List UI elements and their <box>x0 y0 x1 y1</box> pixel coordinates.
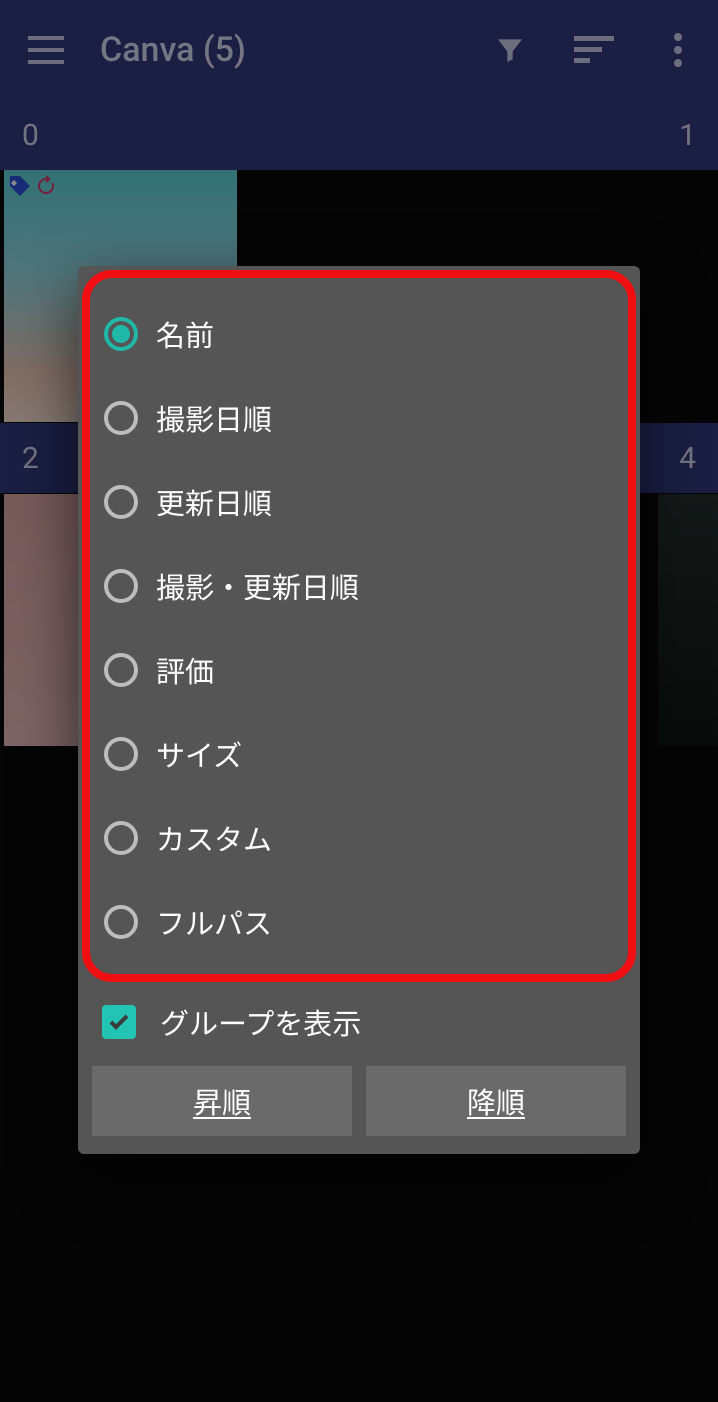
radio-button[interactable] <box>104 401 138 435</box>
sort-option-label: フルパス <box>156 901 272 943</box>
dialog-buttons: 昇順 降順 <box>78 1058 640 1142</box>
ascending-button[interactable]: 昇順 <box>92 1066 352 1136</box>
sort-option-label: 名前 <box>156 313 214 355</box>
sort-options-highlight: 名前撮影日順更新日順撮影・更新日順評価サイズカスタムフルパス <box>82 270 636 982</box>
sort-option-row[interactable]: 更新日順 <box>94 460 624 544</box>
radio-button[interactable] <box>104 569 138 603</box>
radio-button[interactable] <box>104 653 138 687</box>
sort-option-row[interactable]: サイズ <box>94 712 624 796</box>
sort-option-row[interactable]: 撮影・更新日順 <box>94 544 624 628</box>
radio-dot <box>112 409 130 427</box>
radio-button[interactable] <box>104 821 138 855</box>
sort-option-label: 撮影日順 <box>156 397 272 439</box>
sort-options-list: 名前撮影日順更新日順撮影・更新日順評価サイズカスタムフルパス <box>94 292 624 964</box>
sort-option-row[interactable]: フルパス <box>94 880 624 964</box>
radio-button[interactable] <box>104 317 138 351</box>
descending-button[interactable]: 降順 <box>366 1066 626 1136</box>
sort-option-row[interactable]: 撮影日順 <box>94 376 624 460</box>
radio-dot <box>112 577 130 595</box>
sort-option-label: 撮影・更新日順 <box>156 565 359 607</box>
radio-dot <box>112 493 130 511</box>
show-groups-checkbox[interactable] <box>102 1005 136 1039</box>
sort-option-label: サイズ <box>156 733 242 775</box>
sort-option-label: 評価 <box>156 649 214 691</box>
sort-option-label: 更新日順 <box>156 481 272 523</box>
show-groups-row[interactable]: グループを表示 <box>78 986 640 1058</box>
radio-dot <box>112 913 130 931</box>
radio-button[interactable] <box>104 485 138 519</box>
sort-dialog: 名前撮影日順更新日順撮影・更新日順評価サイズカスタムフルパス グループを表示 昇… <box>78 266 640 1154</box>
sort-option-row[interactable]: 名前 <box>94 292 624 376</box>
radio-dot <box>112 745 130 763</box>
sort-option-row[interactable]: カスタム <box>94 796 624 880</box>
show-groups-label: グループを表示 <box>160 1001 361 1043</box>
sort-option-label: カスタム <box>156 817 272 859</box>
radio-dot <box>112 829 130 847</box>
radio-dot <box>112 325 130 343</box>
radio-button[interactable] <box>104 905 138 939</box>
sort-option-row[interactable]: 評価 <box>94 628 624 712</box>
radio-dot <box>112 661 130 679</box>
radio-button[interactable] <box>104 737 138 771</box>
check-icon <box>107 1010 131 1034</box>
